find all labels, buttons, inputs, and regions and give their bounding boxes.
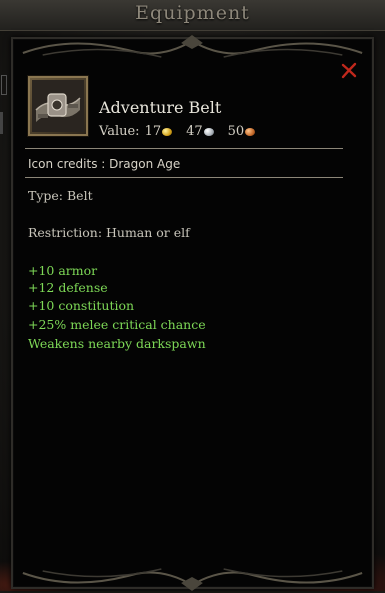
background-edge [0, 112, 3, 134]
gold-value: 17 [144, 124, 162, 139]
window-title: Equipment [135, 2, 250, 24]
bonus-line: +12 defense [28, 280, 108, 295]
item-icon-frame [28, 76, 88, 136]
bottom-ornament [22, 568, 363, 591]
gold-amount: 17 [145, 124, 187, 139]
gold-coin-icon [162, 127, 173, 136]
copper-amount: 50 [228, 124, 270, 139]
bonus-line: Weakens nearby darkspawn [28, 336, 206, 351]
top-ornament [22, 35, 363, 58]
silver-amount: 47 [186, 124, 228, 139]
item-type: Type: Belt [28, 188, 93, 203]
copper-coin-icon [245, 127, 256, 136]
item-tooltip: Adventure Belt Value: 17 47 50 Icon cred… [11, 35, 374, 591]
belt-icon [32, 80, 84, 132]
silver-value: 47 [186, 124, 203, 139]
value-label: Value: [99, 124, 140, 139]
bonus-line: +10 constitution [28, 298, 135, 313]
close-icon[interactable] [340, 61, 358, 79]
divider-top [25, 148, 343, 149]
item-value: Value: 17 47 50 [99, 124, 269, 139]
item-restriction: Restriction: Human or elf [28, 225, 190, 240]
icon-credits: Icon credits : Dragon Age [28, 157, 181, 171]
background-scrollbar [1, 75, 7, 95]
copper-value: 50 [227, 124, 245, 139]
item-name: Adventure Belt [99, 98, 222, 117]
bonus-line: +25% melee critical chance [28, 317, 206, 332]
bonus-line: +10 armor [28, 263, 98, 278]
silver-coin-icon [203, 127, 214, 136]
divider-bottom [25, 177, 343, 178]
